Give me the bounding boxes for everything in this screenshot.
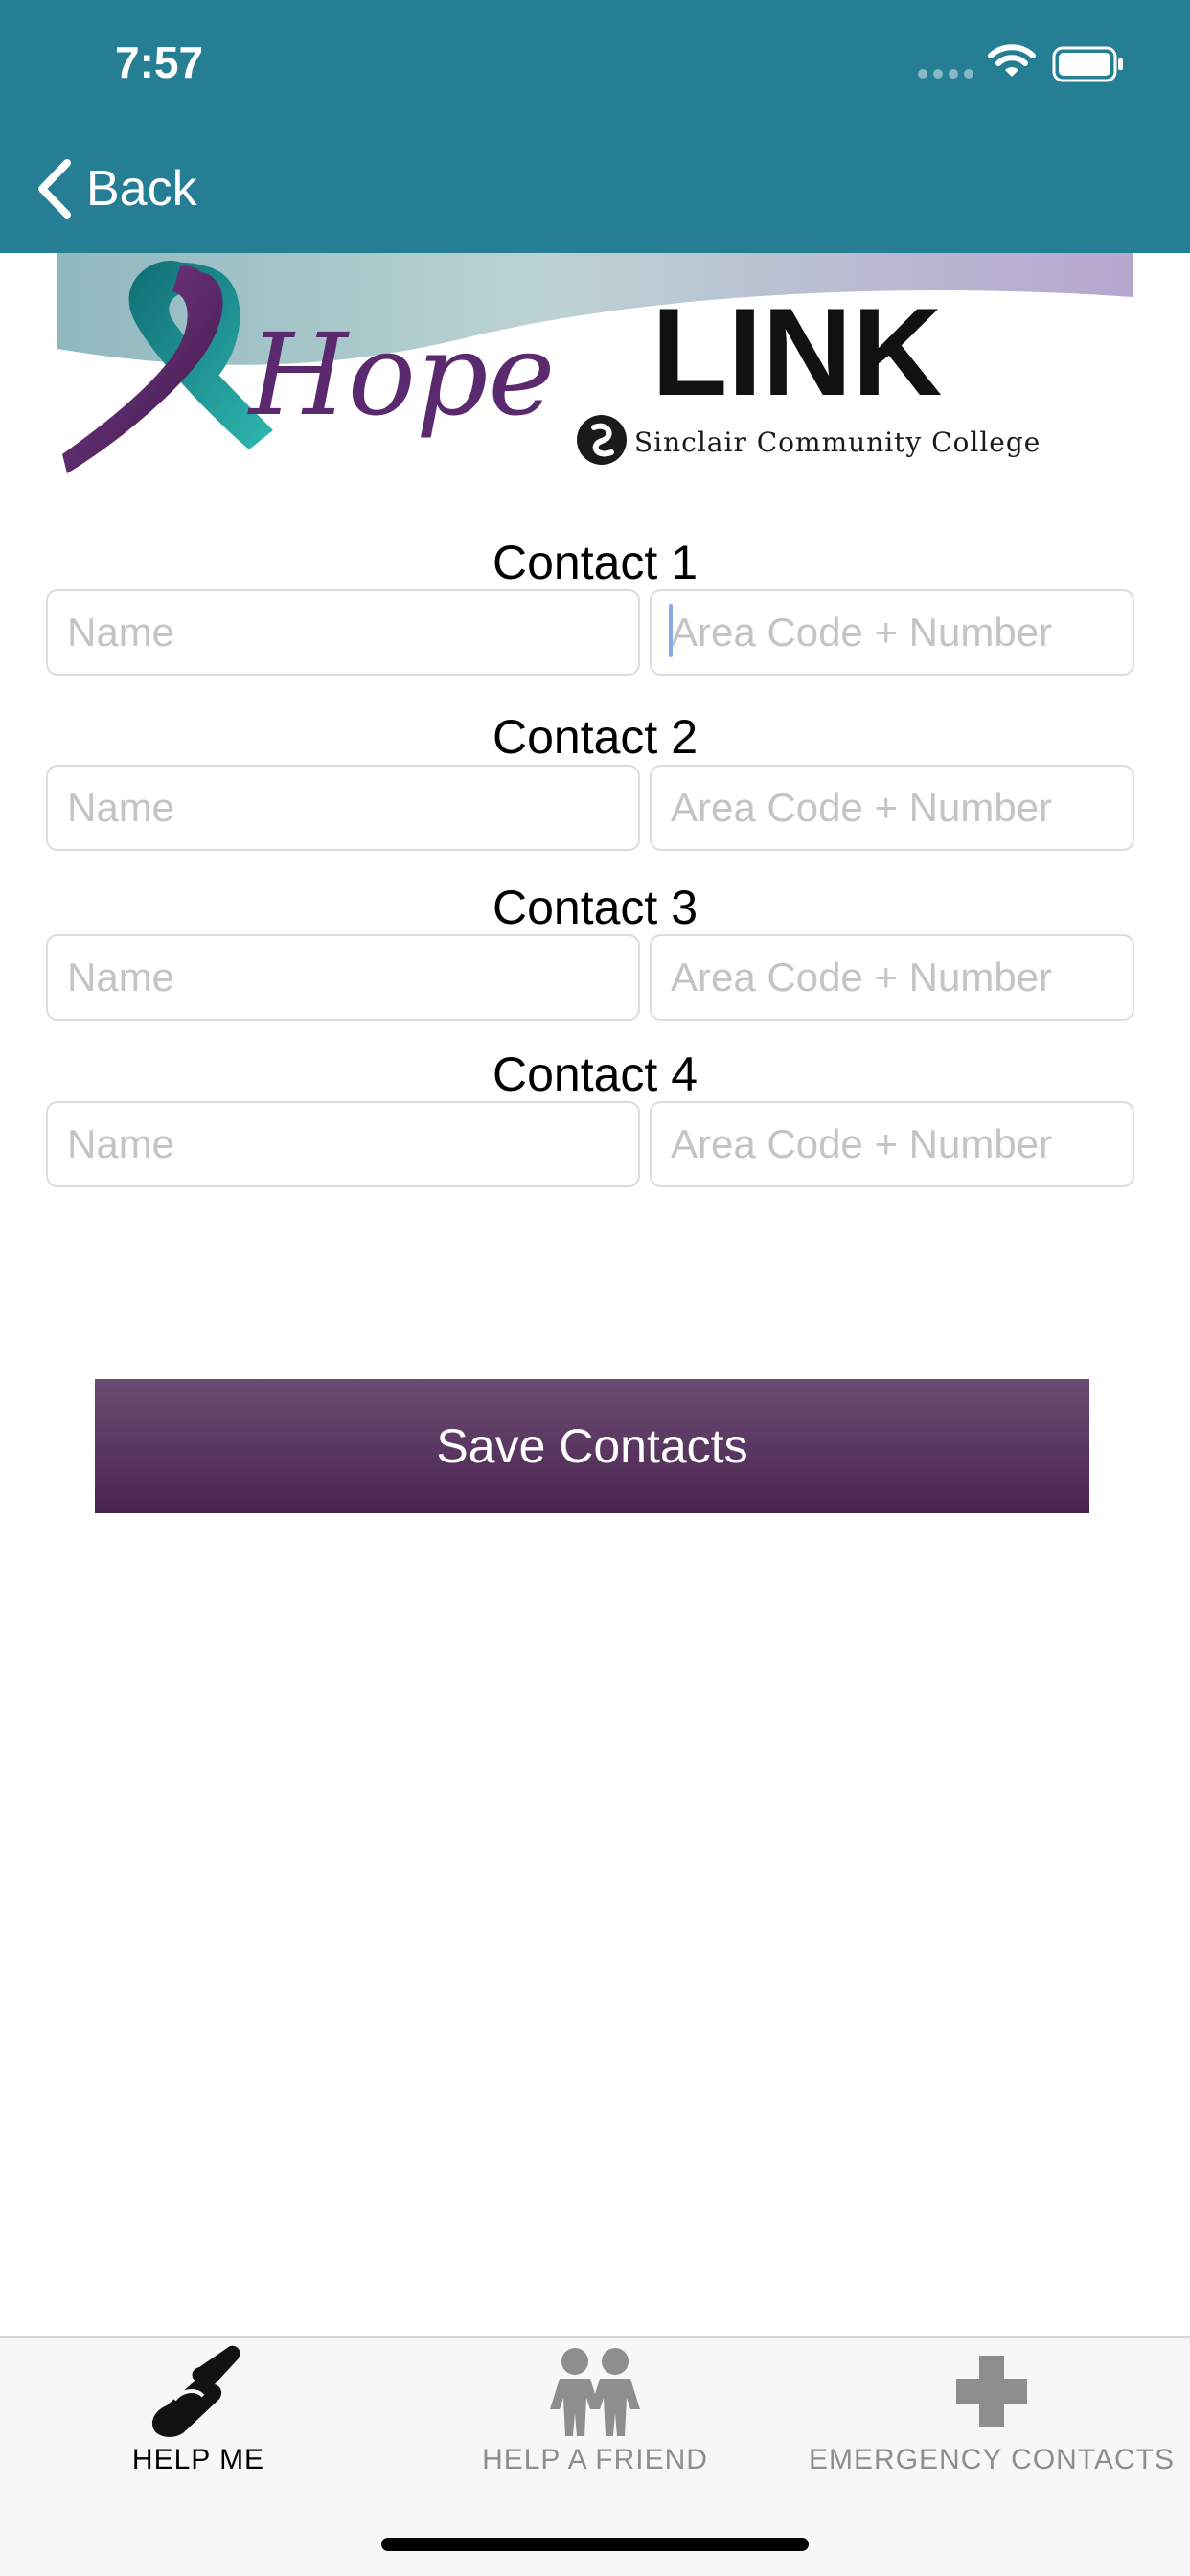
save-contacts-button[interactable]: Save Contacts [95,1379,1089,1513]
home-indicator[interactable] [381,2538,809,2551]
back-button-label: Back [86,161,197,217]
text-cursor [669,604,673,657]
svg-text:Hope: Hope [247,309,555,441]
medical-cross-icon [956,2356,1027,2426]
svg-text:Sinclair Community College: Sinclair Community College [634,426,1041,458]
contact-2-phone-input[interactable] [650,765,1134,851]
contact-3-phone-input[interactable] [650,934,1134,1021]
tab-help-a-friend[interactable]: HELP A FRIEND [397,2338,793,2501]
chevron-left-icon [38,159,71,218]
two-people-icon [550,2348,640,2436]
wifi-icon [988,44,1036,77]
svg-text:LINK: LINK [652,282,942,422]
hope-link-logo: Hope LINK Sinclair Community College [57,253,1133,473]
contact-4-title: Contact 4 [492,1047,698,1101]
contact-2-title: Contact 2 [492,710,698,764]
battery-icon [1052,46,1123,82]
hope-link-banner: Hope LINK Sinclair Community College [57,253,1133,483]
tab-help-me[interactable]: HELP ME [0,2338,397,2501]
contact-3-title: Contact 3 [492,881,698,934]
contact-1-title: Contact 1 [492,536,698,589]
tab-help-me-label: HELP ME [131,2444,265,2475]
back-button[interactable]: Back [34,155,197,222]
contact-3-name-input[interactable] [46,934,640,1021]
tab-emergency-contacts-label: EMERGENCY CONTACTS [809,2444,1175,2475]
contact-4-phone-input[interactable] [650,1101,1134,1187]
status-time: 7:57 [115,37,204,87]
contact-4-name-input[interactable] [46,1101,640,1187]
tab-emergency-contacts[interactable]: EMERGENCY CONTACTS [793,2338,1190,2501]
cellular-signal-icon [918,69,975,80]
navigation-bar: 7:57 Back [0,0,1190,253]
tab-help-a-friend-label: HELP A FRIEND [482,2444,708,2475]
contact-1-phone-input[interactable] [650,589,1134,676]
contact-1-name-input[interactable] [46,589,640,676]
helping-hands-icon [151,2345,240,2437]
contact-2-name-input[interactable] [46,765,640,851]
